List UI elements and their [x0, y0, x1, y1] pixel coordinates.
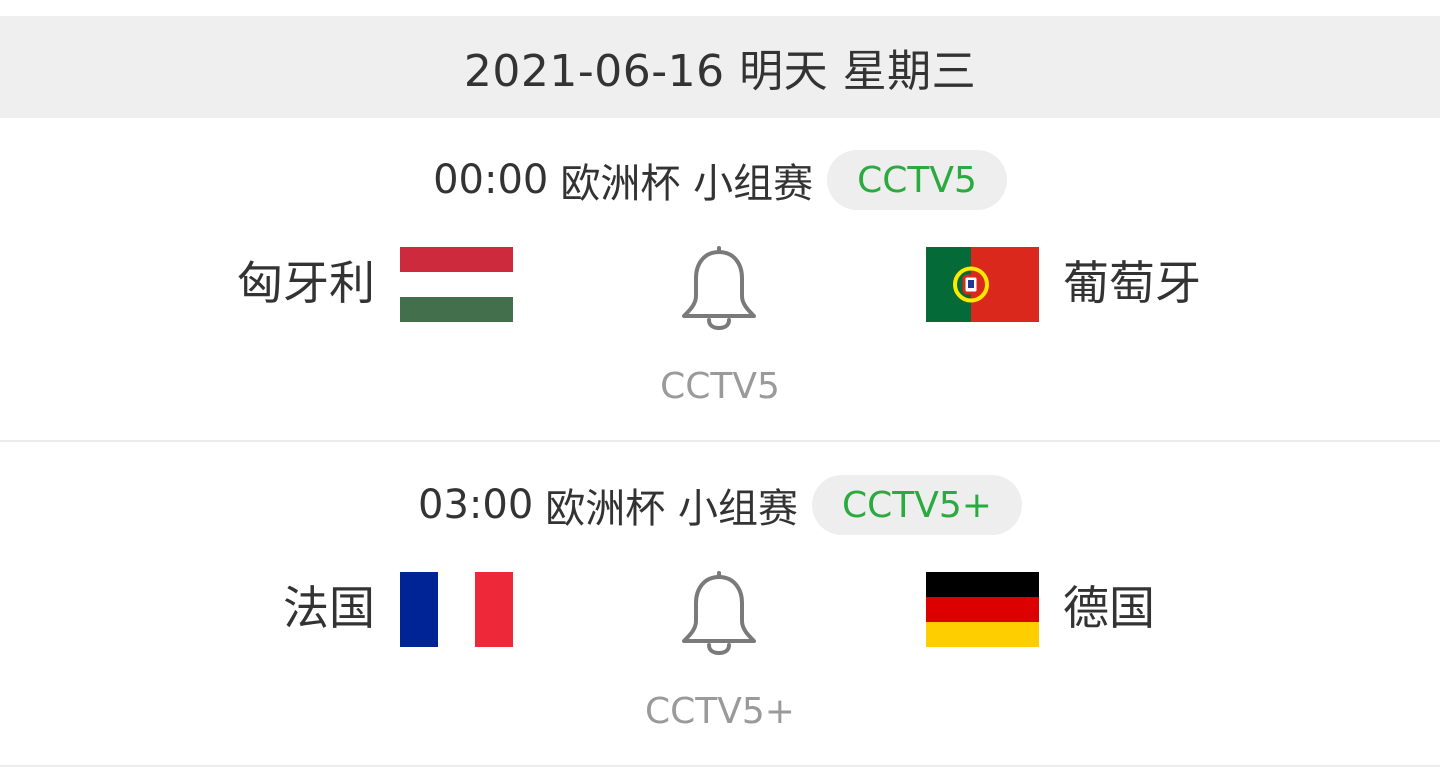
- match-competition: 欧洲杯 小组赛: [545, 486, 799, 532]
- channel-badge: CCTV5+: [812, 475, 1022, 535]
- france-flag: [400, 572, 513, 647]
- date-label: 2021-06-16 明天 星期三: [463, 46, 977, 97]
- match-time: 00:00: [433, 157, 549, 203]
- match-time: 03:00: [418, 482, 534, 528]
- divider: [0, 765, 1440, 767]
- home-team-name: 法国: [283, 581, 375, 635]
- match-schedule-page: 2021-06-16 明天 星期三 00:00 欧洲杯 小组赛 CCTV5 匈牙…: [0, 0, 1440, 775]
- date-header: 2021-06-16 明天 星期三: [0, 16, 1440, 118]
- bell-icon[interactable]: [680, 246, 758, 330]
- match-card[interactable]: 03:00 欧洲杯 小组赛 CCTV5+ 法国 德国 CCTV5+: [0, 443, 1440, 767]
- hungary-flag: [400, 247, 513, 322]
- divider: [0, 440, 1440, 442]
- germany-flag: [926, 572, 1039, 647]
- broadcast-channel: CCTV5+: [645, 691, 795, 732]
- broadcast-channel: CCTV5: [660, 366, 780, 407]
- match-competition: 欧洲杯 小组赛: [560, 161, 814, 207]
- bell-icon[interactable]: [680, 571, 758, 655]
- match-card[interactable]: 00:00 欧洲杯 小组赛 CCTV5 匈牙利 葡萄牙 CCTV5: [0, 118, 1440, 442]
- away-team-name: 葡萄牙: [1063, 256, 1201, 310]
- channel-badge: CCTV5: [827, 150, 1007, 210]
- portugal-flag: [926, 247, 1039, 322]
- home-team-name: 匈牙利: [237, 256, 375, 310]
- match-info: 03:00 欧洲杯 小组赛 CCTV5+: [0, 475, 1440, 535]
- match-info: 00:00 欧洲杯 小组赛 CCTV5: [0, 150, 1440, 210]
- away-team-name: 德国: [1063, 581, 1155, 635]
